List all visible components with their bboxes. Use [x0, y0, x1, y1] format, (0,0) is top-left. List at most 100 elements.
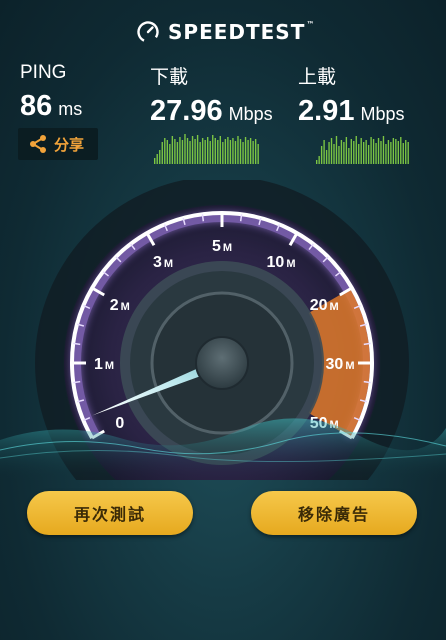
sparkline-bar	[176, 142, 179, 164]
sparkline-bar	[224, 139, 227, 164]
download-label: 下載	[150, 67, 189, 88]
gauge-minor-tick	[201, 214, 205, 222]
sparkline-bar	[254, 139, 257, 164]
sparkline-bar	[237, 136, 239, 164]
sparkline-bar	[372, 139, 375, 164]
sparkline-bar	[159, 150, 161, 164]
sparkline-bar	[377, 138, 380, 164]
sparkline-bar	[387, 140, 390, 164]
sparkline-bar	[166, 140, 169, 164]
download-value: 27.96	[150, 95, 223, 127]
sparkline-bar	[400, 137, 402, 164]
share-button[interactable]: 分享	[18, 128, 98, 160]
gauge-minor-tick	[363, 380, 371, 384]
upload-metric: 上載 2.91 Mbps	[298, 62, 404, 128]
sparkline-bar	[395, 139, 397, 164]
gauge-minor-tick	[239, 214, 243, 222]
sparkline-bar	[335, 136, 338, 164]
sparkline-bar	[154, 158, 156, 164]
sparkline-bar	[209, 141, 211, 164]
sparkline-bar	[239, 139, 242, 164]
sparkline-bar	[350, 139, 352, 164]
upload-sparkline	[316, 136, 409, 164]
sparkline-bar	[382, 136, 385, 164]
ping-unit: ms	[58, 99, 83, 119]
sparkline-bar	[252, 141, 254, 164]
sparkline-bar	[353, 141, 355, 164]
sparkline-bar	[338, 146, 340, 164]
sparkline-bar	[194, 139, 196, 164]
sparkline-bar	[199, 142, 201, 164]
gauge-hub	[195, 336, 249, 390]
sparkline-bar	[343, 142, 345, 164]
sparkline-bar	[370, 137, 372, 164]
sparkline-bar	[156, 154, 158, 164]
sparkline-bar	[340, 140, 343, 164]
download-sparkline	[154, 134, 259, 164]
upload-label: 上載	[298, 67, 337, 88]
sparkline-bar	[325, 150, 328, 164]
app-header: SPEEDTEST™	[0, 0, 446, 60]
sparkline-bar	[222, 142, 224, 164]
gauge-icon	[137, 21, 159, 43]
sparkline-bar	[219, 136, 222, 164]
sparkline-bar	[204, 140, 206, 164]
sparkline-bar	[375, 143, 377, 164]
sparkline-bar	[217, 140, 219, 164]
retest-button[interactable]: 再次測試	[27, 491, 193, 535]
sparkline-bar	[316, 160, 318, 164]
speedtest-logo: SPEEDTEST™	[136, 20, 315, 44]
sparkline-bar	[186, 138, 189, 164]
sparkline-bar	[227, 137, 229, 164]
sparkline-bar	[320, 146, 323, 164]
sparkline-bar	[390, 142, 392, 164]
sparkline-bar	[407, 142, 409, 164]
sparkline-bar	[348, 148, 350, 164]
gauge-minor-tick	[363, 342, 371, 346]
sparkline-bar	[214, 138, 216, 164]
sparkline-bar	[363, 142, 365, 164]
sparkline-bar	[174, 139, 176, 164]
sparkline-bar	[212, 135, 214, 164]
sparkline-bar	[169, 144, 171, 164]
sparkline-bar	[333, 144, 335, 164]
share-icon	[30, 135, 46, 153]
sparkline-bar	[360, 138, 362, 164]
sparkline-bar	[385, 144, 387, 164]
sparkline-bar	[229, 140, 232, 164]
sparkline-bar	[365, 140, 367, 164]
share-label: 分享	[54, 135, 85, 154]
logo-text: SPEEDTEST™	[168, 20, 316, 44]
sparkline-bar	[181, 140, 184, 164]
sparkline-bar	[405, 140, 407, 164]
sparkline-bar	[328, 142, 330, 164]
sparkline-bar	[249, 138, 252, 164]
sparkline-bar	[257, 144, 259, 164]
sparkline-bar	[323, 140, 325, 164]
sparkline-bar	[196, 135, 199, 164]
sparkline-bar	[397, 141, 399, 164]
sparkline-bar	[402, 143, 404, 164]
sparkline-bar	[184, 134, 186, 164]
sparkline-bar	[161, 142, 163, 164]
sparkline-bar	[358, 144, 360, 164]
sparkline-bar	[232, 138, 234, 164]
sparkline-bar	[179, 137, 181, 164]
sparkline-bar	[171, 136, 174, 164]
sparkline-bar	[189, 141, 191, 164]
remove-ads-button[interactable]: 移除廣告	[251, 491, 417, 535]
gauge-minor-tick	[73, 380, 81, 384]
sparkline-bar	[164, 138, 166, 164]
sparkline-bar	[242, 142, 244, 164]
sparkline-bar	[367, 145, 370, 164]
wave-decoration	[0, 418, 446, 480]
download-unit: Mbps	[228, 104, 273, 124]
sparkline-bar	[244, 137, 247, 164]
sparkline-bar	[380, 141, 382, 164]
sparkline-bar	[234, 141, 237, 164]
download-metric: 下載 27.96 Mbps	[150, 62, 273, 128]
sparkline-bar	[191, 136, 194, 164]
sparkline-bar	[201, 138, 204, 164]
gauge-minor-tick	[73, 342, 81, 346]
sparkline-bar	[330, 138, 333, 164]
